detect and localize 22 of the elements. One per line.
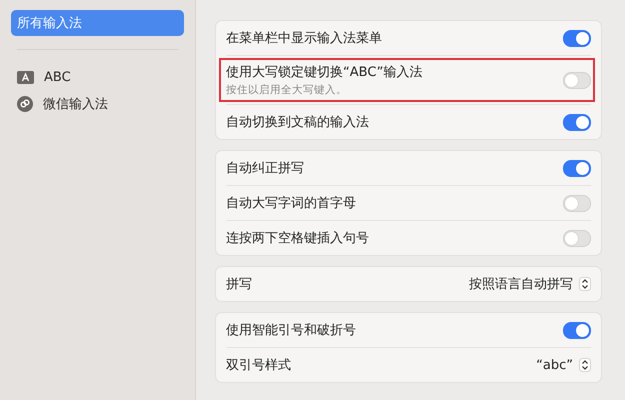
toggle-switch[interactable] [563,160,591,176]
setting-label: 双引号样式 [226,357,291,374]
up-down-chevron-icon [579,277,591,291]
toggle-switch[interactable] [563,30,591,46]
setting-label: 使用大写锁定键切换“ABC”输入法 [226,64,422,81]
setting-label: 使用智能引号和破折号 [226,322,356,339]
popup-menu[interactable]: “abc” [536,358,591,372]
setting-label: 连按两下空格键插入句号 [226,230,369,247]
popup-menu[interactable]: 按照语言自动拼写 [469,275,591,293]
sidebar-item[interactable]: 微信输入法 [11,91,184,117]
setting-label: 拼写 [226,276,252,293]
chat-logo-icon [17,96,33,112]
setting-label: 自动切换到文稿的输入法 [226,114,369,131]
setting-label: 自动纠正拼写 [226,160,304,177]
toggle-switch[interactable] [563,322,591,338]
setting-label: 自动大写字词的首字母 [226,195,356,212]
up-down-chevron-icon [579,358,591,372]
toggle-switch[interactable] [563,114,591,130]
setting-label: 在菜单栏中显示输入法菜单 [226,30,382,47]
setting-hint: 按住以启用全大写键入。 [226,83,348,97]
keyboard-letter-icon [17,70,34,84]
sidebar-item[interactable]: ABC [11,64,184,90]
